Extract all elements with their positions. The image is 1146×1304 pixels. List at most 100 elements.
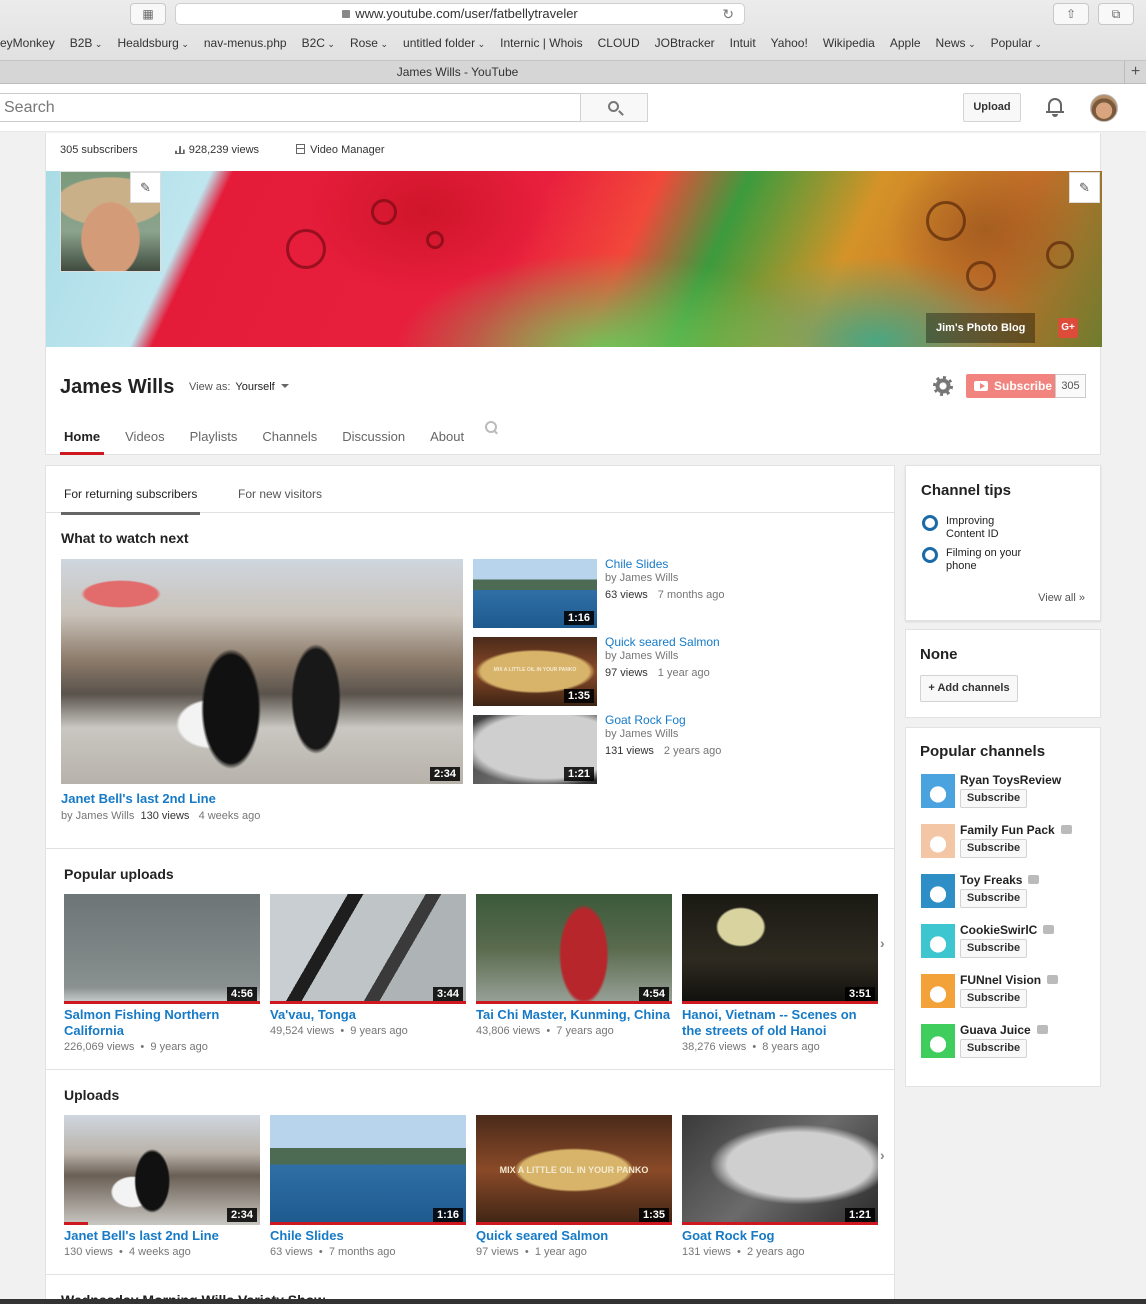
popular-channel-row: FUNnel Vision Subscribe xyxy=(921,973,1091,1014)
bookmark-item[interactable]: Popular xyxy=(991,36,1042,50)
channel-name[interactable]: FUNnel Vision xyxy=(960,973,1059,987)
channel-avatar[interactable] xyxy=(921,774,955,808)
channel-name[interactable]: Toy Freaks xyxy=(960,873,1040,887)
popular-video-thumbnail[interactable]: 4:56 xyxy=(64,894,260,1004)
uploads-next-chevron-icon[interactable]: › xyxy=(880,1147,890,1163)
channel-banner: Jim's Photo Blog G+ xyxy=(46,171,1102,347)
featured-video-title[interactable]: Janet Bell's last 2nd Line xyxy=(61,791,216,807)
popular-video-thumbnail[interactable]: 4:54 xyxy=(476,894,672,1004)
tab-new-visitors[interactable]: For new visitors xyxy=(238,487,322,511)
bookmark-item[interactable]: Healdsburg xyxy=(117,36,188,50)
banner-blog-link[interactable]: Jim's Photo Blog xyxy=(926,313,1036,343)
popular-video-title[interactable]: Salmon Fishing Northern California xyxy=(64,1007,260,1039)
google-plus-icon[interactable]: G+ xyxy=(1058,318,1078,338)
side-video-title[interactable]: Goat Rock Fog xyxy=(605,712,686,728)
tab-playlists[interactable]: Playlists xyxy=(186,429,242,452)
uploads-video-thumbnail[interactable]: 2:34 xyxy=(64,1115,260,1225)
bookmark-item[interactable]: Apple xyxy=(890,36,921,50)
popular-video-title[interactable]: Tai Chi Master, Kunming, China xyxy=(476,1007,672,1023)
view-as-selector[interactable]: View as: Yourself xyxy=(189,381,289,393)
tip-improving-content-id[interactable]: Improving Content ID xyxy=(922,515,1032,541)
settings-gear-icon[interactable] xyxy=(933,376,953,396)
new-tab-button[interactable]: + xyxy=(1124,61,1146,83)
lock-icon xyxy=(342,10,351,18)
masthead: Search Upload xyxy=(0,84,1146,132)
video-manager-link[interactable]: Video Manager xyxy=(296,144,385,156)
notifications-bell-icon[interactable] xyxy=(1046,96,1064,118)
channel-name[interactable]: CookieSwirlC xyxy=(960,923,1055,937)
bookmark-item[interactable]: CLOUD xyxy=(598,36,640,50)
bookmark-item[interactable]: JOBtracker xyxy=(655,36,715,50)
upload-button[interactable]: Upload xyxy=(963,93,1021,122)
channel-avatar[interactable] xyxy=(921,824,955,858)
uploads-video-thumbnail[interactable]: 1:16 xyxy=(270,1115,466,1225)
channel-subscribe-button[interactable]: Subscribe xyxy=(960,789,1027,808)
bookmark-item[interactable]: Intuit xyxy=(730,36,756,50)
account-avatar[interactable] xyxy=(1090,94,1118,122)
tabs-overview-button[interactable]: ⧉ xyxy=(1098,3,1134,25)
tab-home[interactable]: Home xyxy=(60,429,105,455)
sidebar-toggle-button[interactable]: ▦ xyxy=(130,3,166,25)
popular-video-title[interactable]: Va'vau, Tonga xyxy=(270,1007,466,1023)
channel-name[interactable]: Guava Juice xyxy=(960,1023,1048,1037)
tip-filming-on-phone[interactable]: Filming on your phone xyxy=(922,547,1042,573)
reload-icon[interactable]: ↻ xyxy=(722,4,734,24)
bookmark-item[interactable]: Wikipedia xyxy=(823,36,875,50)
bookmark-item[interactable]: News xyxy=(936,36,976,50)
side-video-thumbnail[interactable]: 1:16 xyxy=(473,559,597,628)
edit-banner-pencil-icon[interactable]: ✎ xyxy=(1069,172,1100,203)
tab-returning-subscribers[interactable]: For returning subscribers xyxy=(61,487,201,515)
browser-chrome: ▦ www.youtube.com/user/fatbellytraveler … xyxy=(0,0,1146,84)
address-bar[interactable]: www.youtube.com/user/fatbellytraveler ↻ xyxy=(175,3,745,25)
tab-videos[interactable]: Videos xyxy=(121,429,169,452)
channel-subscribe-button[interactable]: Subscribe xyxy=(960,839,1027,858)
featured-video-thumbnail[interactable]: 2:34 xyxy=(61,559,463,784)
subscribe-button[interactable]: Subscribe xyxy=(966,374,1056,398)
popular-video-thumbnail[interactable]: 3:51 xyxy=(682,894,878,1004)
uploads-video-thumbnail[interactable]: MIX A LITTLE OIL IN YOUR PANKO 1:35 xyxy=(476,1115,672,1225)
channel-avatar[interactable] xyxy=(921,874,955,908)
bookmark-item[interactable]: Yahoo! xyxy=(771,36,808,50)
bookmark-item[interactable]: Rose xyxy=(350,36,388,50)
channel-avatar[interactable] xyxy=(921,924,955,958)
channel-name[interactable]: Ryan ToysReview xyxy=(960,773,1061,787)
tab-channels[interactable]: Channels xyxy=(258,429,321,452)
side-video-title[interactable]: Quick seared Salmon xyxy=(605,634,720,650)
channel-subscribe-button[interactable]: Subscribe xyxy=(960,1039,1027,1058)
uploads-video-title[interactable]: Janet Bell's last 2nd Line xyxy=(64,1228,260,1244)
uploads-video-title[interactable]: Goat Rock Fog xyxy=(682,1228,878,1244)
tab-discussion[interactable]: Discussion xyxy=(338,429,409,452)
side-video-thumbnail[interactable]: 1:21 xyxy=(473,715,597,784)
uploads-video-title[interactable]: Quick seared Salmon xyxy=(476,1228,672,1244)
side-video-title[interactable]: Chile Slides xyxy=(605,556,668,572)
popular-video-meta: 43,806 views • 7 years ago xyxy=(476,1025,614,1037)
bookmark-item[interactable]: B2B xyxy=(70,36,103,50)
view-as-value[interactable]: Yourself xyxy=(235,381,288,393)
channel-name[interactable]: Family Fun Pack xyxy=(960,823,1072,837)
popular-video-title[interactable]: Hanoi, Vietnam -- Scenes on the streets … xyxy=(682,1007,878,1039)
bookmark-item[interactable]: untitled folder xyxy=(403,36,485,50)
tab-about[interactable]: About xyxy=(426,429,468,452)
bookmark-item[interactable]: Internic | Whois xyxy=(500,36,582,50)
uploads-video-title[interactable]: Chile Slides xyxy=(270,1228,466,1244)
edit-avatar-pencil-icon[interactable]: ✎ xyxy=(130,172,161,203)
side-video-thumbnail[interactable]: MIX A LITTLE OIL IN YOUR PANKO 1:35 xyxy=(473,637,597,706)
add-channels-button[interactable]: + Add channels xyxy=(920,675,1018,702)
uploads-video-thumbnail[interactable]: 1:21 xyxy=(682,1115,878,1225)
channel-avatar[interactable] xyxy=(921,974,955,1008)
channel-avatar[interactable] xyxy=(921,1024,955,1058)
bookmark-item[interactable]: B2C xyxy=(302,36,335,50)
channel-subscribe-button[interactable]: Subscribe xyxy=(960,889,1027,908)
channel-subscribe-button[interactable]: Subscribe xyxy=(960,939,1027,958)
bookmark-item[interactable]: nav-menus.php xyxy=(204,36,287,50)
search-input[interactable]: Search xyxy=(0,93,581,122)
view-all-tips-link[interactable]: View all » xyxy=(1038,592,1085,604)
bookmark-item[interactable]: eyMonkey xyxy=(0,36,55,50)
channel-search-icon[interactable] xyxy=(485,421,498,441)
tab-title[interactable]: James Wills - YouTube xyxy=(0,61,915,83)
share-button[interactable]: ⇧ xyxy=(1053,3,1089,25)
search-button[interactable] xyxy=(580,93,648,122)
popular-next-chevron-icon[interactable]: › xyxy=(880,935,890,951)
channel-subscribe-button[interactable]: Subscribe xyxy=(960,989,1027,1008)
popular-video-thumbnail[interactable]: 3:44 xyxy=(270,894,466,1004)
